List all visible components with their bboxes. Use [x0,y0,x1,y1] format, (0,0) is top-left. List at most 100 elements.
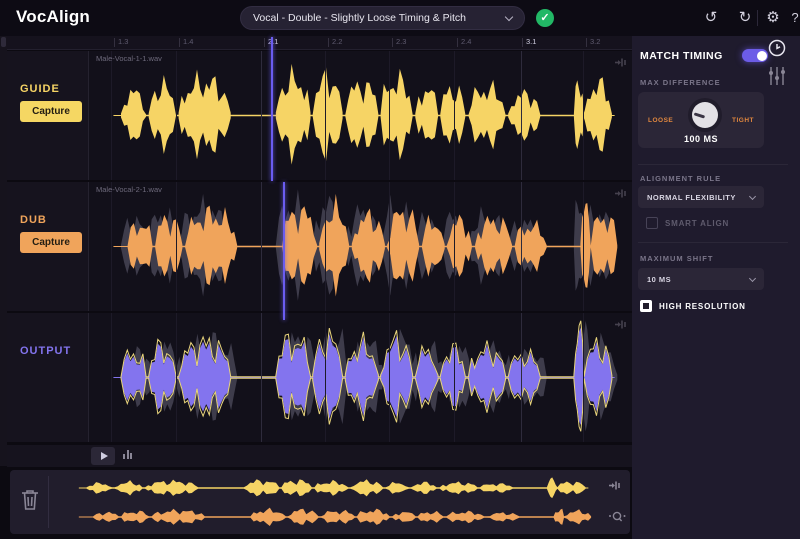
output-waveform[interactable] [89,313,632,442]
process-clip-icon[interactable] [614,186,627,204]
redo-button[interactable]: ↻ [734,8,756,28]
bar-gridline [521,313,522,442]
toolbar-divider [757,10,758,26]
bar-gridline [583,51,584,180]
bar-gridline [521,182,522,311]
guide-file-name: Male-Vocal-1-1.wav [96,54,162,63]
guide-waveform-region[interactable]: Male-Vocal-1-1.wav [88,51,632,180]
app-logo: VocAlign [16,7,90,27]
maximum-shift-dropdown[interactable]: 10 MS [638,268,764,290]
loose-label: LOOSE [648,117,673,124]
output-track-header: OUTPUT [7,313,88,442]
dub-capture-button[interactable]: Capture [20,232,82,253]
guide-waveform[interactable] [89,51,632,180]
guide-track-name: GUIDE [20,83,60,95]
bar-gridline [261,313,262,442]
trash-button[interactable] [20,488,40,517]
undo-button[interactable]: ↺ [700,8,722,28]
guide-track-header: GUIDE Capture [7,51,88,180]
bar-gridline [325,51,326,180]
bar-gridline [325,313,326,442]
bar-gridline [261,182,262,311]
guide-playhead[interactable] [271,37,273,181]
max-difference-knob[interactable] [688,98,722,132]
dub-track-header: DUB Capture [7,182,88,311]
help-button[interactable]: ? [784,8,800,28]
bar-gridline [111,51,112,180]
ruler-tick: 2.4 [461,37,471,46]
dub-waveform-region[interactable]: Male-Vocal-2-1.wav [88,182,632,311]
smart-align-checkbox-row[interactable]: SMART ALIGN [646,217,729,229]
chevron-down-icon [749,274,756,281]
section-divider [638,242,788,243]
pitch-settings-sliders-icon[interactable] [768,66,786,91]
smart-align-checkbox[interactable] [646,217,658,229]
overview-guide-waveform[interactable] [54,474,606,502]
track-lanes: GUIDE Capture Male-Vocal-1-1.wav DUB Cap… [7,51,632,444]
dub-track-name: DUB [20,214,47,226]
levels-icon[interactable] [123,450,132,459]
chevron-down-icon [505,12,513,20]
ruler-tick: 3.2 [590,37,600,46]
bar-gridline [454,182,455,311]
chevron-down-icon [749,192,756,199]
match-timing-label: MATCH TIMING [640,50,723,62]
vertical-scrollbar[interactable] [0,36,7,466]
dub-playhead[interactable] [283,182,285,320]
high-resolution-checkbox[interactable] [640,300,652,312]
timeline-ruler[interactable]: 1.31.42.12.22.32.43.13.2 [7,36,632,50]
dub-file-name: Male-Vocal-2-1.wav [96,185,162,194]
preset-dropdown[interactable]: Vocal - Double - Slightly Loose Timing &… [240,6,525,30]
bar-gridline [261,51,262,180]
match-timing-toggle[interactable] [742,49,768,62]
alignment-rule-value: NORMAL FLEXIBILITY [647,193,736,202]
guide-track: GUIDE Capture Male-Vocal-1-1.wav [7,51,632,180]
play-button[interactable] [91,447,115,465]
zoom-icon[interactable] [608,510,626,529]
ruler-tick: 1.4 [183,37,193,46]
guide-capture-button[interactable]: Capture [20,101,82,122]
ruler-tick: 2.1 [268,37,278,46]
bar-gridline [389,182,390,311]
max-difference-label: MAX DIFFERENCE [640,78,721,87]
editor-area: 1.31.42.12.22.32.43.13.2 GUIDE Capture M… [0,36,632,539]
dub-track: DUB Capture Male-Vocal-2-1.wav [7,182,632,311]
tight-label: TIGHT [732,117,754,124]
trash-icon [20,488,40,512]
alignment-rule-dropdown[interactable]: NORMAL FLEXIBILITY [638,186,764,208]
output-track-name: OUTPUT [20,345,71,357]
smart-align-label: SMART ALIGN [665,219,729,228]
bar-gridline [176,51,177,180]
section-divider [638,164,788,165]
process-clip-icon[interactable] [614,55,627,73]
max-difference-value: 100 MS [638,134,764,144]
settings-gear-button[interactable]: ⚙ [762,8,784,28]
dub-waveform[interactable] [89,182,632,311]
bar-gridline [176,182,177,311]
output-track: OUTPUT [7,313,632,442]
high-resolution-checkbox-row[interactable]: HIGH RESOLUTION [640,300,746,312]
max-difference-card: LOOSE TIGHT 100 MS [638,92,764,148]
vocalign-window: VocAlign Vocal - Double - Slightly Loose… [0,0,800,539]
top-bar: VocAlign Vocal - Double - Slightly Loose… [0,0,800,36]
process-clip-icon[interactable] [614,317,627,335]
maximum-shift-value: 10 MS [647,275,671,284]
transport-toolbar [7,445,632,467]
alignment-rule-label: ALIGNMENT RULE [640,174,721,183]
bar-gridline [325,182,326,311]
preset-saved-check-icon: ✓ [536,9,554,27]
preset-value: Vocal - Double - Slightly Loose Timing &… [253,12,466,24]
maximum-shift-label: MAXIMUM SHIFT [640,254,713,263]
play-icon [101,452,108,460]
timing-history-clock-icon[interactable] [767,38,787,63]
process-clip-icon[interactable] [608,478,626,496]
ruler-tick: 2.3 [396,37,406,46]
overview-panel [10,470,630,534]
bar-gridline [176,313,177,442]
overview-dub-waveform[interactable] [54,503,606,531]
bar-gridline [111,313,112,442]
overview-divider [48,476,49,528]
ruler-tick: 1.3 [118,37,128,46]
bar-gridline [521,51,522,180]
output-waveform-region[interactable] [88,313,632,442]
